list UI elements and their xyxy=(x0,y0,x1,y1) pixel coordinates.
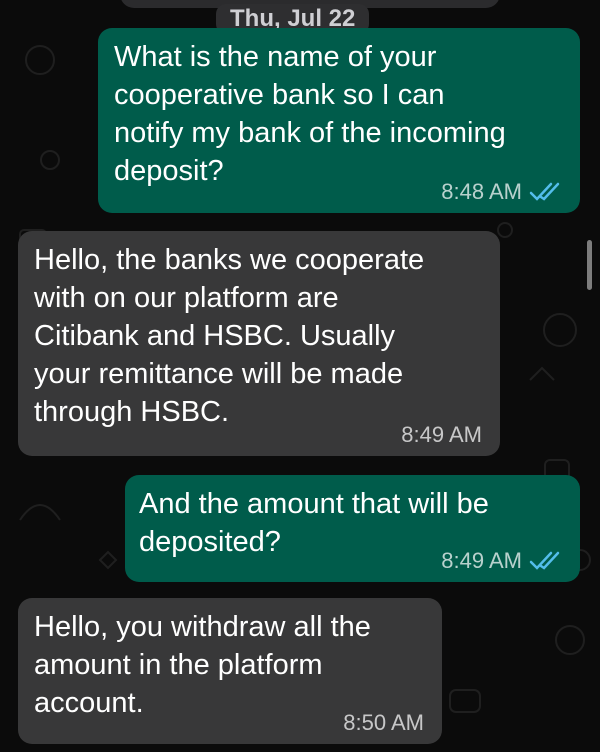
message-meta: 8:49 AM xyxy=(441,548,562,574)
message-text: Hello, the banks we cooperate with on ou… xyxy=(34,244,425,428)
message-time: 8:48 AM xyxy=(441,179,522,204)
message-time: 8:49 AM xyxy=(401,422,482,447)
double-check-read-icon xyxy=(529,182,560,201)
message-text: What is the name of your cooperative ban… xyxy=(114,41,506,187)
message-time: 8:50 AM xyxy=(343,710,424,735)
double-check-read-icon xyxy=(529,551,560,570)
scrollbar[interactable] xyxy=(587,240,592,290)
message-bubble-outgoing[interactable]: And the amount that will be deposited? 8… xyxy=(125,475,580,582)
message-meta: 8:48 AM xyxy=(441,179,562,205)
message-text: Hello, you withdraw all the amount in th… xyxy=(34,611,371,719)
message-meta: 8:49 AM xyxy=(401,422,482,448)
message-bubble-outgoing[interactable]: What is the name of your cooperative ban… xyxy=(98,28,580,213)
message-bubble-incoming[interactable]: Hello, you withdraw all the amount in th… xyxy=(18,598,442,744)
message-time: 8:49 AM xyxy=(441,548,522,573)
message-meta: 8:50 AM xyxy=(343,710,424,736)
message-bubble-incoming[interactable]: Hello, the banks we cooperate with on ou… xyxy=(18,231,500,456)
